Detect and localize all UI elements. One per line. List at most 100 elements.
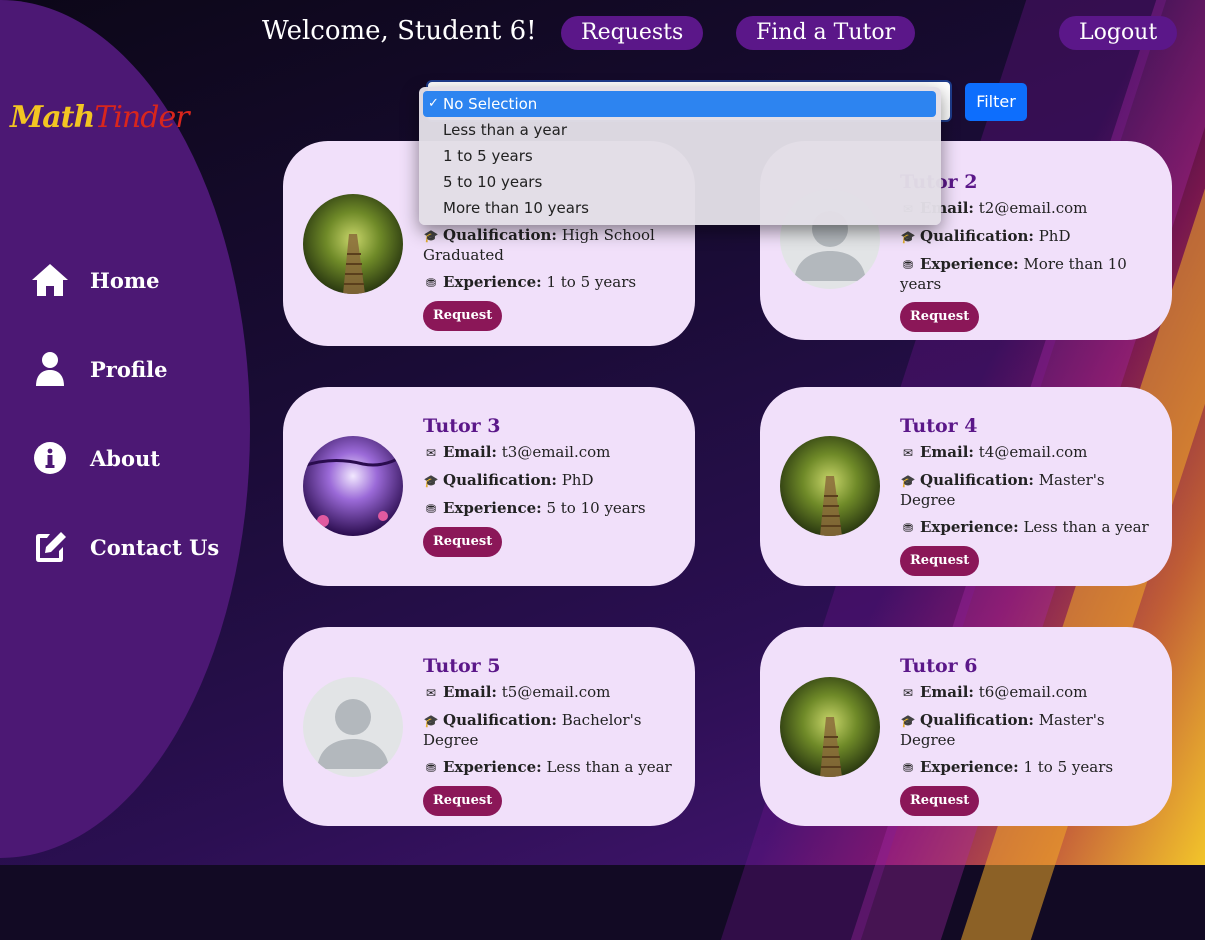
qualification-row: 🎓 Qualification: PhD [900,227,1152,247]
graduation-cap-icon: 🎓 [900,714,916,728]
email-value: t3@email.com [501,443,611,461]
email-row: ✉ Email: t4@email.com [900,443,1152,463]
qualification-label: Qualification: [443,711,557,729]
tutor-name: Tutor 4 [900,415,978,437]
logo[interactable]: MathTinder [10,100,190,135]
teacher-icon: ⛃ [902,258,914,272]
sidebar-item-contact[interactable]: Contact Us [30,527,219,567]
experience-label: Experience: [443,499,542,517]
dropdown-option-no-selection[interactable]: ✓ No Selection [423,91,936,117]
user-icon [30,349,70,389]
experience-label: Experience: [920,255,1019,273]
experience-dropdown: ✓ No Selection Less than a year 1 to 5 y… [419,87,941,225]
tutor-card: Tutor 6 ✉ Email: t6@email.com 🎓 Qualificat… [760,627,1172,826]
request-button[interactable]: Request [900,546,980,576]
tutor-card: Tutor 4 ✉ Email: t4@email.com 🎓 Qualificat… [760,387,1172,586]
dropdown-option[interactable]: 5 to 10 years [423,169,936,195]
email-row: ✉ Email: t5@email.com [423,683,675,703]
teacher-icon: ⛃ [425,276,437,290]
qualification-value: PhD [561,471,594,489]
teacher-icon: ⛃ [425,502,437,516]
experience-label: Experience: [443,758,542,776]
request-button[interactable]: Request [900,786,980,816]
experience-value: Less than a year [1023,518,1149,536]
tutor-avatar [303,436,403,536]
qualification-row: 🎓 Qualification: Master's Degree [900,711,1152,750]
request-button[interactable]: Request [423,786,503,816]
experience-row: ⛃ Experience: Less than a year [423,758,675,778]
experience-row: ⛃ Experience: 1 to 5 years [423,273,675,293]
experience-value: 1 to 5 years [546,273,637,291]
dropdown-option[interactable]: More than 10 years [423,195,936,221]
home-icon [30,260,70,300]
graduation-cap-icon: 🎓 [423,474,439,488]
sidebar-item-about[interactable]: About [30,438,160,478]
dropdown-option[interactable]: Less than a year [423,117,936,143]
tutor-avatar [303,677,403,777]
experience-row: ⛃ Experience: More than 10 years [900,255,1152,294]
tutor-avatar [303,194,403,294]
qualification-label: Qualification: [920,471,1034,489]
qualification-row: 🎓 Qualification: Master's Degree [900,471,1152,510]
tutor-name: Tutor 6 [900,655,978,677]
tutor-card: Tutor 3 ✉ Email: t3@email.com 🎓 Qualificat… [283,387,695,586]
teacher-icon: ⛃ [902,521,914,535]
logo-tinder: Tinder [94,100,189,135]
qualification-row: 🎓 Qualification: Bachelor's Degree [423,711,675,750]
envelope-icon: ✉ [425,446,437,460]
option-label: No Selection [443,95,538,113]
tutor-info: Tutor 5 ✉ Email: t5@email.com 🎓 Qualificat… [423,655,675,816]
email-label: Email: [443,683,497,701]
experience-value: 1 to 5 years [1023,758,1114,776]
logout-button[interactable]: Logout [1059,16,1178,50]
qualification-label: Qualification: [920,711,1034,729]
sidebar-item-label: Profile [90,356,168,382]
experience-value: 5 to 10 years [546,499,646,517]
tutor-card: Tutor 5 ✉ Email: t5@email.com 🎓 Qualificat… [283,627,695,826]
tutor-name: Tutor 3 [423,415,501,437]
experience-label: Experience: [920,518,1019,536]
sidebar-item-label: Home [90,267,160,293]
email-row: ✉ Email: t6@email.com [900,683,1152,703]
email-value: t4@email.com [978,443,1088,461]
sidebar-item-profile[interactable]: Profile [30,349,167,389]
dropdown-option[interactable]: 1 to 5 years [423,143,936,169]
experience-label: Experience: [920,758,1019,776]
email-value: t2@email.com [978,199,1088,217]
tutor-info: 🎓 Qualification: High School Graduated ⛃ E… [423,226,675,331]
qualification-row: 🎓 Qualification: PhD [423,471,675,491]
sidebar-item-home[interactable]: Home [30,260,159,300]
envelope-icon: ✉ [902,686,914,700]
graduation-cap-icon: 🎓 [423,229,439,243]
logo-math: Math [10,100,95,135]
edit-icon [30,527,70,567]
filter-button[interactable]: Filter [965,83,1027,121]
info-icon [30,438,70,478]
tutor-avatar [780,436,880,536]
sidebar-item-label: Contact Us [90,534,220,560]
email-label: Email: [443,443,497,461]
tutor-info: Tutor 4 ✉ Email: t4@email.com 🎓 Qualificat… [900,415,1152,576]
envelope-icon: ✉ [425,686,437,700]
request-button[interactable]: Request [423,301,503,331]
qualification-value: PhD [1038,227,1071,245]
email-value: t6@email.com [978,683,1088,701]
tutor-info: Tutor 3 ✉ Email: t3@email.com 🎓 Qualificat… [423,415,675,557]
graduation-cap-icon: 🎓 [423,714,439,728]
email-row: ✉ Email: t3@email.com [423,443,675,463]
requests-nav-button[interactable]: Requests [561,16,704,50]
qualification-row: 🎓 Qualification: High School Graduated [423,226,675,265]
teacher-icon: ⛃ [425,761,437,775]
sidebar-item-label: About [90,445,160,471]
find-tutor-nav-button[interactable]: Find a Tutor [736,16,916,50]
request-button[interactable]: Request [423,527,503,557]
tutor-name: Tutor 5 [423,655,501,677]
welcome-title: Welcome, Student 6! [262,16,537,46]
request-button[interactable]: Request [900,302,980,332]
email-label: Email: [920,443,974,461]
experience-value: Less than a year [546,758,672,776]
email-label: Email: [920,683,974,701]
experience-label: Experience: [443,273,542,291]
teacher-icon: ⛃ [902,761,914,775]
experience-row: ⛃ Experience: 1 to 5 years [900,758,1152,778]
